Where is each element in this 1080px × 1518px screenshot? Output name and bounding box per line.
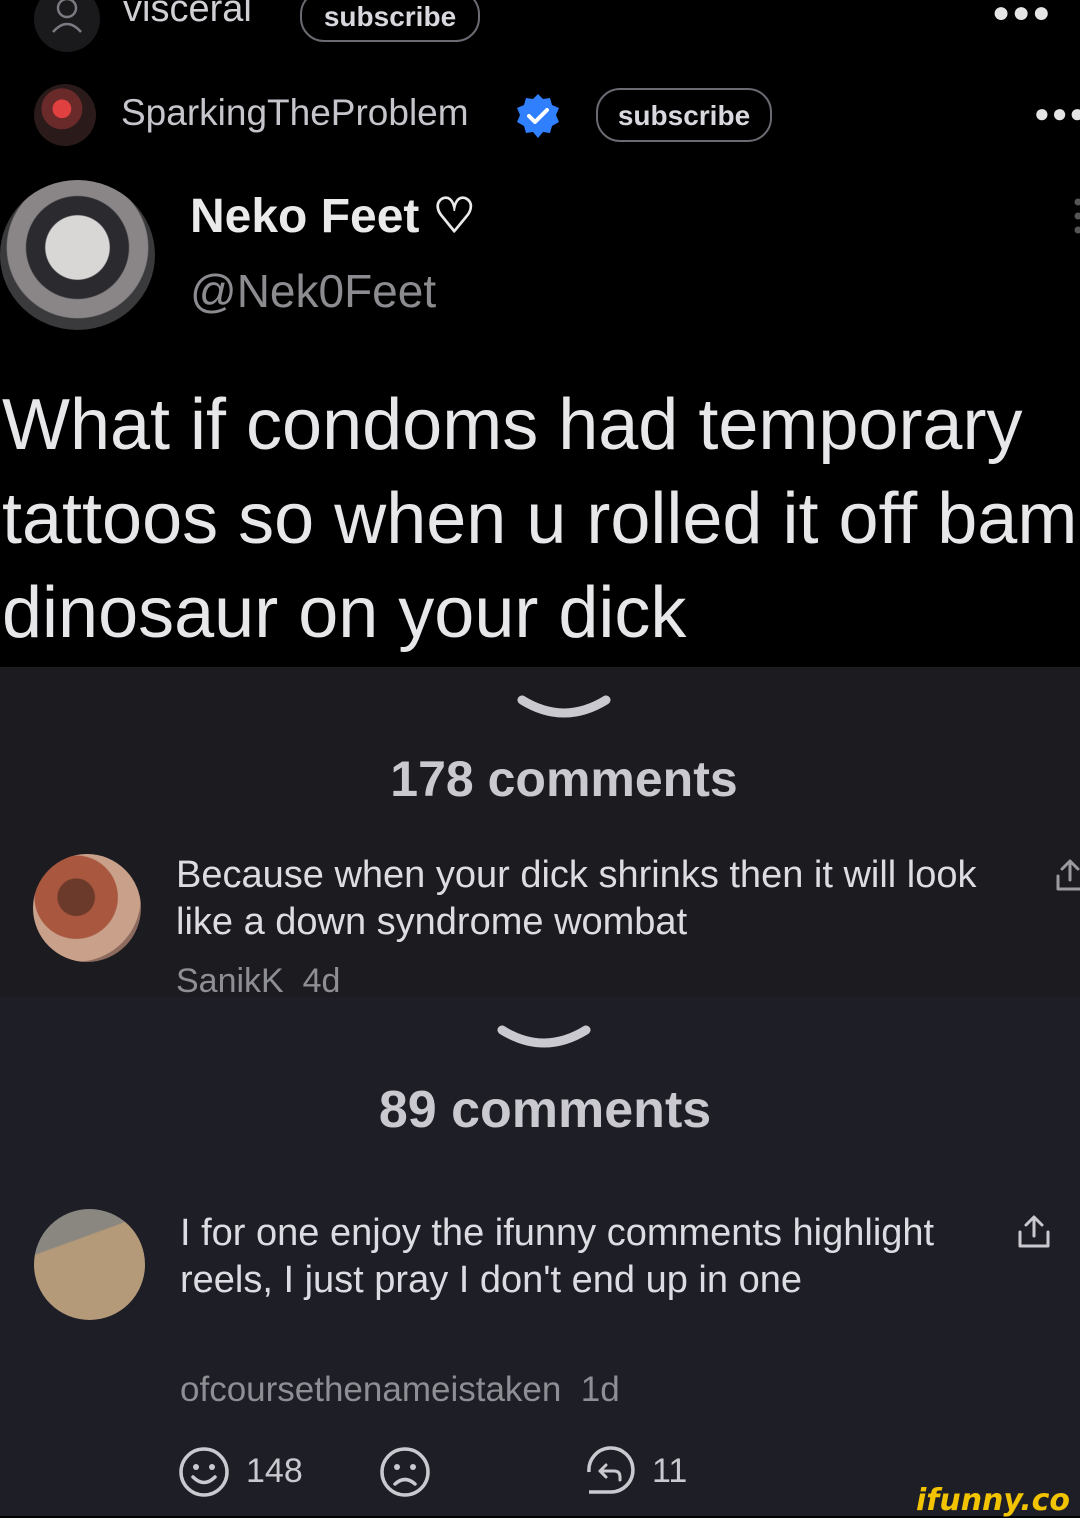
chevron-down-icon[interactable] — [516, 692, 612, 722]
tweet-handle: @Nek0Feet — [190, 264, 436, 318]
chevron-down-icon-2[interactable] — [496, 1022, 592, 1052]
tweet-avatar — [0, 180, 155, 330]
comments-count-2[interactable]: 89 comments — [280, 1080, 810, 1140]
share-icon[interactable] — [1056, 858, 1080, 892]
comment-avatar-2[interactable] — [34, 1209, 145, 1320]
tweet-display-name: Neko Feet ♡ — [190, 188, 476, 244]
comment-author-2[interactable]: ofcoursethenameistaken — [180, 1370, 561, 1409]
channel-name[interactable]: visceral — [123, 0, 252, 31]
author-avatar[interactable] — [34, 84, 96, 146]
comment-text-2: I for one enjoy the ifunny comments high… — [180, 1210, 980, 1304]
tweet-menu-icon — [1072, 196, 1080, 236]
tweet-text: What if condoms had temporary tattoos so… — [2, 378, 1080, 660]
author-name[interactable]: SparkingTheProblem — [121, 92, 469, 134]
smile-icon[interactable] — [178, 1446, 230, 1503]
post-subscribe-button[interactable]: subscribe — [596, 88, 772, 142]
comment-age: 4d — [303, 962, 341, 1000]
reply-count: 11 — [652, 1452, 687, 1491]
reply-icon[interactable] — [584, 1446, 638, 1503]
share-icon-2[interactable] — [1016, 1214, 1052, 1250]
more-options-icon[interactable]: ●●● — [992, 0, 1052, 30]
comment-author[interactable]: SanikK — [176, 962, 284, 1000]
verified-badge-icon — [514, 92, 562, 140]
comment-meta-2: ofcoursethenameistaken 1d — [180, 1370, 620, 1410]
comment-age-2: 1d — [581, 1370, 620, 1409]
comment-avatar[interactable] — [33, 854, 141, 962]
comment-text: Because when your dick shrinks then it w… — [176, 852, 1016, 946]
smile-count: 148 — [246, 1452, 303, 1491]
post-more-options-icon[interactable]: ●●● — [1034, 98, 1080, 129]
ifunny-watermark: ifunny.co — [916, 1483, 1070, 1518]
subscribe-button[interactable]: subscribe — [300, 0, 480, 42]
comment-meta: SanikK 4d — [176, 962, 340, 1001]
unsmile-icon[interactable] — [379, 1446, 431, 1503]
comments-count[interactable]: 178 comments — [300, 750, 828, 808]
